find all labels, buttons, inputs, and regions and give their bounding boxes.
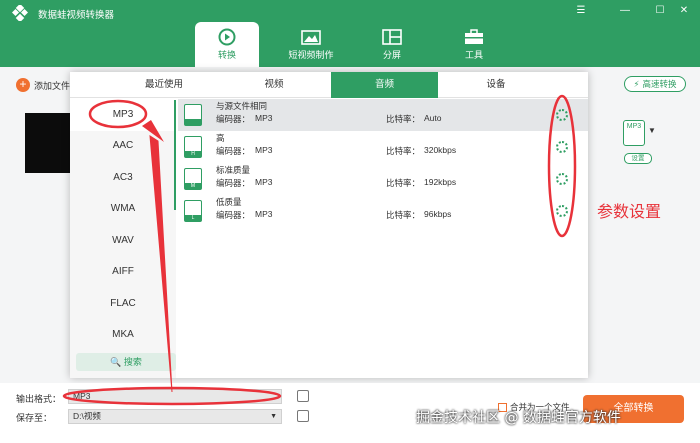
format-settings-icon[interactable] bbox=[297, 390, 309, 402]
tab-device[interactable]: 设备 bbox=[442, 72, 550, 98]
format-list: MP3 AAC AC3 WMA WAV AIFF FLAC MKA 🔍 搜索 bbox=[70, 99, 176, 378]
format-item-aiff[interactable]: AIFF bbox=[70, 256, 176, 288]
format-item-mp3[interactable]: MP3 bbox=[70, 99, 176, 131]
close-button[interactable]: ✕ bbox=[677, 5, 691, 16]
tab-tools[interactable]: 工具 bbox=[442, 22, 506, 67]
quality-name: 低质量 bbox=[216, 197, 242, 207]
quality-icon: H bbox=[184, 136, 202, 158]
bitrate-value: 96kbps bbox=[424, 209, 452, 219]
quality-row[interactable]: H 高 编码器： MP3 比特率： 320kbps bbox=[178, 131, 588, 163]
save-to-select[interactable]: D:\视频 ▼ bbox=[68, 409, 282, 424]
gear-icon[interactable] bbox=[556, 205, 568, 217]
format-item-ac3[interactable]: AC3 bbox=[70, 162, 176, 194]
format-item-flac[interactable]: FLAC bbox=[70, 288, 176, 320]
encoder-label: 编码器： bbox=[216, 210, 251, 220]
encoder-value: MP3 bbox=[255, 113, 273, 123]
split-screen-icon bbox=[382, 29, 402, 45]
quality-row[interactable]: M 标准质量 编码器： MP3 比特率： 192kbps bbox=[178, 163, 588, 195]
lightning-icon: ⚡ bbox=[633, 78, 640, 89]
search-icon: 🔍 bbox=[110, 357, 122, 367]
quality-row[interactable]: L 低质量 编码器： MP3 比特率： 96kbps bbox=[178, 195, 588, 227]
annotation-text: 参数设置 bbox=[597, 202, 662, 221]
app-logo-icon bbox=[12, 5, 28, 21]
tab-video[interactable]: 视频 bbox=[220, 72, 328, 98]
toolbox-icon bbox=[465, 29, 483, 44]
chevron-down-icon[interactable]: ▼ bbox=[648, 126, 656, 135]
encoder-value: MP3 bbox=[255, 177, 273, 187]
tab-video-maker-label: 短视频制作 bbox=[288, 50, 334, 60]
output-format-label: 输出格式： bbox=[16, 394, 62, 404]
gear-icon[interactable] bbox=[556, 173, 568, 185]
encoder-label: 编码器： bbox=[216, 114, 251, 124]
gear-icon[interactable] bbox=[556, 141, 568, 153]
search-button[interactable]: 🔍 搜索 bbox=[76, 353, 176, 371]
folder-icon[interactable] bbox=[297, 410, 309, 422]
turbo-convert-label: 高速转换 bbox=[642, 79, 677, 89]
encoder-label: 编码器： bbox=[216, 146, 251, 156]
format-tabs: 最近使用 视频 音频 设备 bbox=[70, 72, 588, 98]
tab-split-screen-label: 分屏 bbox=[382, 50, 401, 60]
maximize-button[interactable]: ☐ bbox=[653, 5, 667, 16]
add-file-label: 添加文件 bbox=[34, 80, 71, 91]
bitrate-value: Auto bbox=[424, 113, 442, 123]
add-icon: + bbox=[16, 78, 30, 92]
output-format-icon-label: MP3 bbox=[626, 123, 642, 130]
add-file-button[interactable]: + 添加文件 bbox=[16, 78, 70, 92]
format-item-aac[interactable]: AAC bbox=[70, 130, 176, 162]
encoder-value: MP3 bbox=[255, 209, 273, 219]
tab-tools-label: 工具 bbox=[464, 50, 483, 60]
quality-icon: L bbox=[184, 200, 202, 222]
search-label: 搜索 bbox=[123, 357, 142, 367]
quality-name: 与源文件相同 bbox=[216, 101, 268, 111]
quality-icon: M bbox=[184, 168, 202, 190]
output-format-select[interactable]: MP3 bbox=[68, 389, 282, 404]
video-maker-icon bbox=[301, 30, 321, 45]
encoder-value: MP3 bbox=[255, 145, 273, 155]
video-thumbnail[interactable] bbox=[25, 113, 75, 173]
output-format-icon[interactable]: MP3 bbox=[623, 120, 645, 146]
tab-convert-label: 转换 bbox=[217, 50, 236, 60]
bitrate-label: 比特率： bbox=[386, 146, 421, 156]
minimize-button[interactable]: — bbox=[618, 5, 632, 16]
quality-name: 标准质量 bbox=[216, 165, 251, 175]
title-bar: 数据蛙视频转换器 ☰ — ☐ ✕ bbox=[0, 0, 700, 67]
quality-name: 高 bbox=[216, 133, 225, 143]
watermark: 掘金技术社区 @ 数据蛙官方软件 bbox=[416, 410, 621, 426]
bitrate-value: 320kbps bbox=[424, 145, 457, 155]
quality-icon bbox=[184, 104, 202, 126]
format-popup: 最近使用 视频 音频 设备 MP3 AAC AC3 WMA WAV AIFF F… bbox=[70, 72, 588, 378]
format-item-mka[interactable]: MKA bbox=[70, 319, 176, 351]
tab-audio[interactable]: 音频 bbox=[331, 72, 438, 98]
bitrate-value: 192kbps bbox=[424, 177, 457, 187]
save-to-value: D:\视频 bbox=[73, 411, 101, 421]
tab-recent[interactable]: 最近使用 bbox=[110, 72, 218, 98]
menu-icon[interactable]: ☰ bbox=[574, 5, 588, 16]
tab-split-screen[interactable]: 分屏 bbox=[360, 22, 424, 67]
bitrate-label: 比特率： bbox=[386, 114, 421, 124]
gear-icon[interactable] bbox=[556, 109, 568, 121]
turbo-convert-button[interactable]: ⚡ 高速转换 bbox=[624, 76, 686, 92]
format-item-wav[interactable]: WAV bbox=[70, 225, 176, 257]
format-item-wma[interactable]: WMA bbox=[70, 193, 176, 225]
tab-convert[interactable]: 转换 bbox=[195, 22, 259, 67]
bitrate-label: 比特率： bbox=[386, 178, 421, 188]
save-to-label: 保存至： bbox=[16, 413, 53, 423]
settings-button[interactable]: 设置 bbox=[624, 153, 652, 164]
format-list-scrollbar[interactable] bbox=[174, 100, 176, 210]
bitrate-label: 比特率： bbox=[386, 210, 421, 220]
encoder-label: 编码器： bbox=[216, 178, 251, 188]
convert-icon bbox=[218, 28, 236, 46]
tab-video-maker[interactable]: 短视频制作 bbox=[279, 22, 343, 67]
app-title: 数据蛙视频转换器 bbox=[38, 10, 115, 21]
quality-row[interactable]: 与源文件相同 编码器： MP3 比特率： Auto bbox=[178, 99, 588, 131]
chevron-down-icon: ▼ bbox=[270, 413, 277, 420]
